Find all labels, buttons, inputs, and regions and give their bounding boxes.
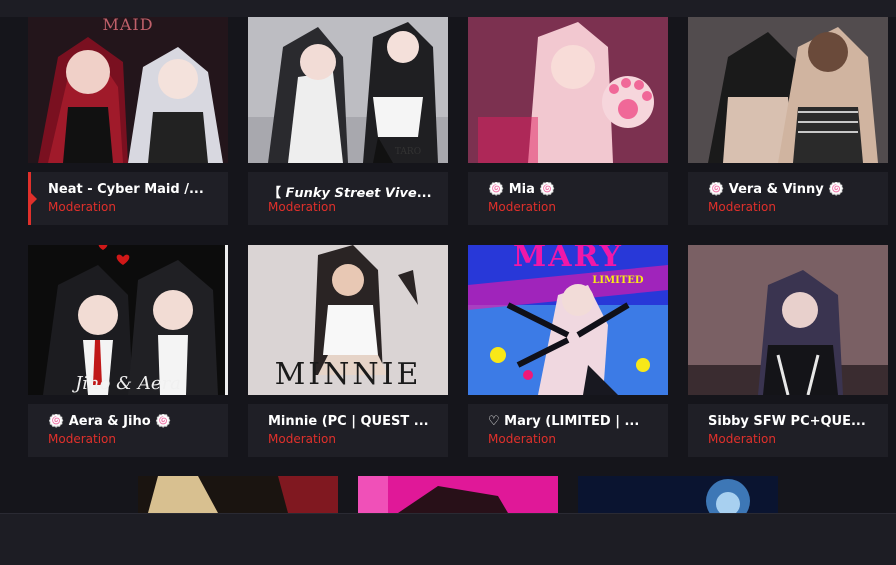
avatar-card[interactable]: Sibby SFW PC+QUE... Moderation xyxy=(688,245,888,457)
card-subtitle: Moderation xyxy=(708,200,776,214)
card-subtitle: Moderation xyxy=(708,432,776,446)
image-text: MARY xyxy=(513,245,623,274)
image-text: Jiho & Aera xyxy=(75,373,181,394)
card-title: Minnie (PC | QUEST ... xyxy=(268,414,429,429)
card-info: Neat - Cyber Maid /... Moderation xyxy=(28,172,228,225)
card-subtitle: Moderation xyxy=(268,432,336,446)
avatar-thumbnail[interactable] xyxy=(468,17,668,163)
avatar-thumbnail[interactable] xyxy=(688,17,888,163)
bottom-bar xyxy=(0,513,896,565)
avatar-card[interactable]: Jiho & Aera 🍥 Aera & Jiho 🍥 Moderation xyxy=(28,245,228,457)
avatar-thumbnail-partial[interactable] xyxy=(358,476,558,513)
card-subtitle: Moderation xyxy=(48,432,116,446)
card-info: 🍥 Mia 🍥 Moderation xyxy=(468,172,668,225)
avatar-card[interactable]: MARY LIMITED ♡ Mary (LIMITED | ... Moder… xyxy=(468,245,668,457)
avatar-thumbnail[interactable]: MAID xyxy=(28,17,228,163)
card-info: ♡ Mary (LIMITED | ... Moderation xyxy=(468,404,668,457)
avatar-thumbnail[interactable]: MINNIE xyxy=(248,245,448,395)
selected-indicator-arrow xyxy=(31,193,37,205)
avatar-card[interactable]: 🍥 Mia 🍥 Moderation xyxy=(468,17,668,226)
card-title: 🍥 Aera & Jiho 🍥 xyxy=(48,414,172,429)
card-info: Minnie (PC | QUEST ... Moderation xyxy=(248,404,448,457)
card-subtitle: Moderation xyxy=(48,200,116,214)
card-subtitle: Moderation xyxy=(488,432,556,446)
card-title: Sibby SFW PC+QUE... xyxy=(708,414,866,429)
avatar-card[interactable]: MINNIE Minnie (PC | QUEST ... Moderation xyxy=(248,245,448,457)
avatar-thumbnail[interactable]: Jiho & Aera xyxy=(28,245,228,395)
card-info: Sibby SFW PC+QUE... Moderation xyxy=(688,404,888,457)
card-subtitle: Moderation xyxy=(268,200,336,214)
avatar-thumbnail-partial[interactable] xyxy=(578,476,778,513)
card-title: Neat - Cyber Maid /... xyxy=(48,182,204,197)
card-title: 🍥 Vera & Vinny 🍥 xyxy=(708,182,845,197)
card-info: 【 𝙁𝙪𝙣𝙠𝙮 𝙎𝙩𝙧𝙚𝙚𝙩 𝙑𝙞𝙫𝙚... Moderation xyxy=(248,172,448,225)
avatar-thumbnail[interactable]: TARO xyxy=(248,17,448,163)
avatar-thumbnail-partial[interactable] xyxy=(138,476,338,513)
avatar-card[interactable]: MAID Neat - Cyber Maid /... Moderation xyxy=(28,17,228,226)
card-title: 【 𝙁𝙪𝙣𝙠𝙮 𝙎𝙩𝙧𝙚𝙚𝙩 𝙑𝙞𝙫𝙚... xyxy=(268,186,432,201)
avatar-card[interactable]: 🍥 Vera & Vinny 🍥 Moderation xyxy=(688,17,888,226)
image-text: MAID xyxy=(102,17,154,34)
image-subtext: LIMITED xyxy=(592,275,644,286)
avatar-grid: MAID Neat - Cyber Maid /... Moderation T… xyxy=(0,0,896,564)
card-title: 🍥 Mia 🍥 xyxy=(488,182,556,197)
card-title: ♡ Mary (LIMITED | ... xyxy=(488,414,640,429)
image-text: TARO xyxy=(394,147,422,157)
avatar-thumbnail[interactable]: MARY LIMITED xyxy=(468,245,668,395)
image-text: MINNIE xyxy=(274,357,422,392)
card-info: 🍥 Aera & Jiho 🍥 Moderation xyxy=(28,404,228,457)
card-info: 🍥 Vera & Vinny 🍥 Moderation xyxy=(688,172,888,225)
avatar-thumbnail[interactable] xyxy=(688,245,888,395)
avatar-card[interactable]: TARO 【 𝙁𝙪𝙣𝙠𝙮 𝙎𝙩𝙧𝙚𝙚𝙩 𝙑𝙞𝙫𝙚... Moderation xyxy=(248,17,448,226)
card-subtitle: Moderation xyxy=(488,200,556,214)
